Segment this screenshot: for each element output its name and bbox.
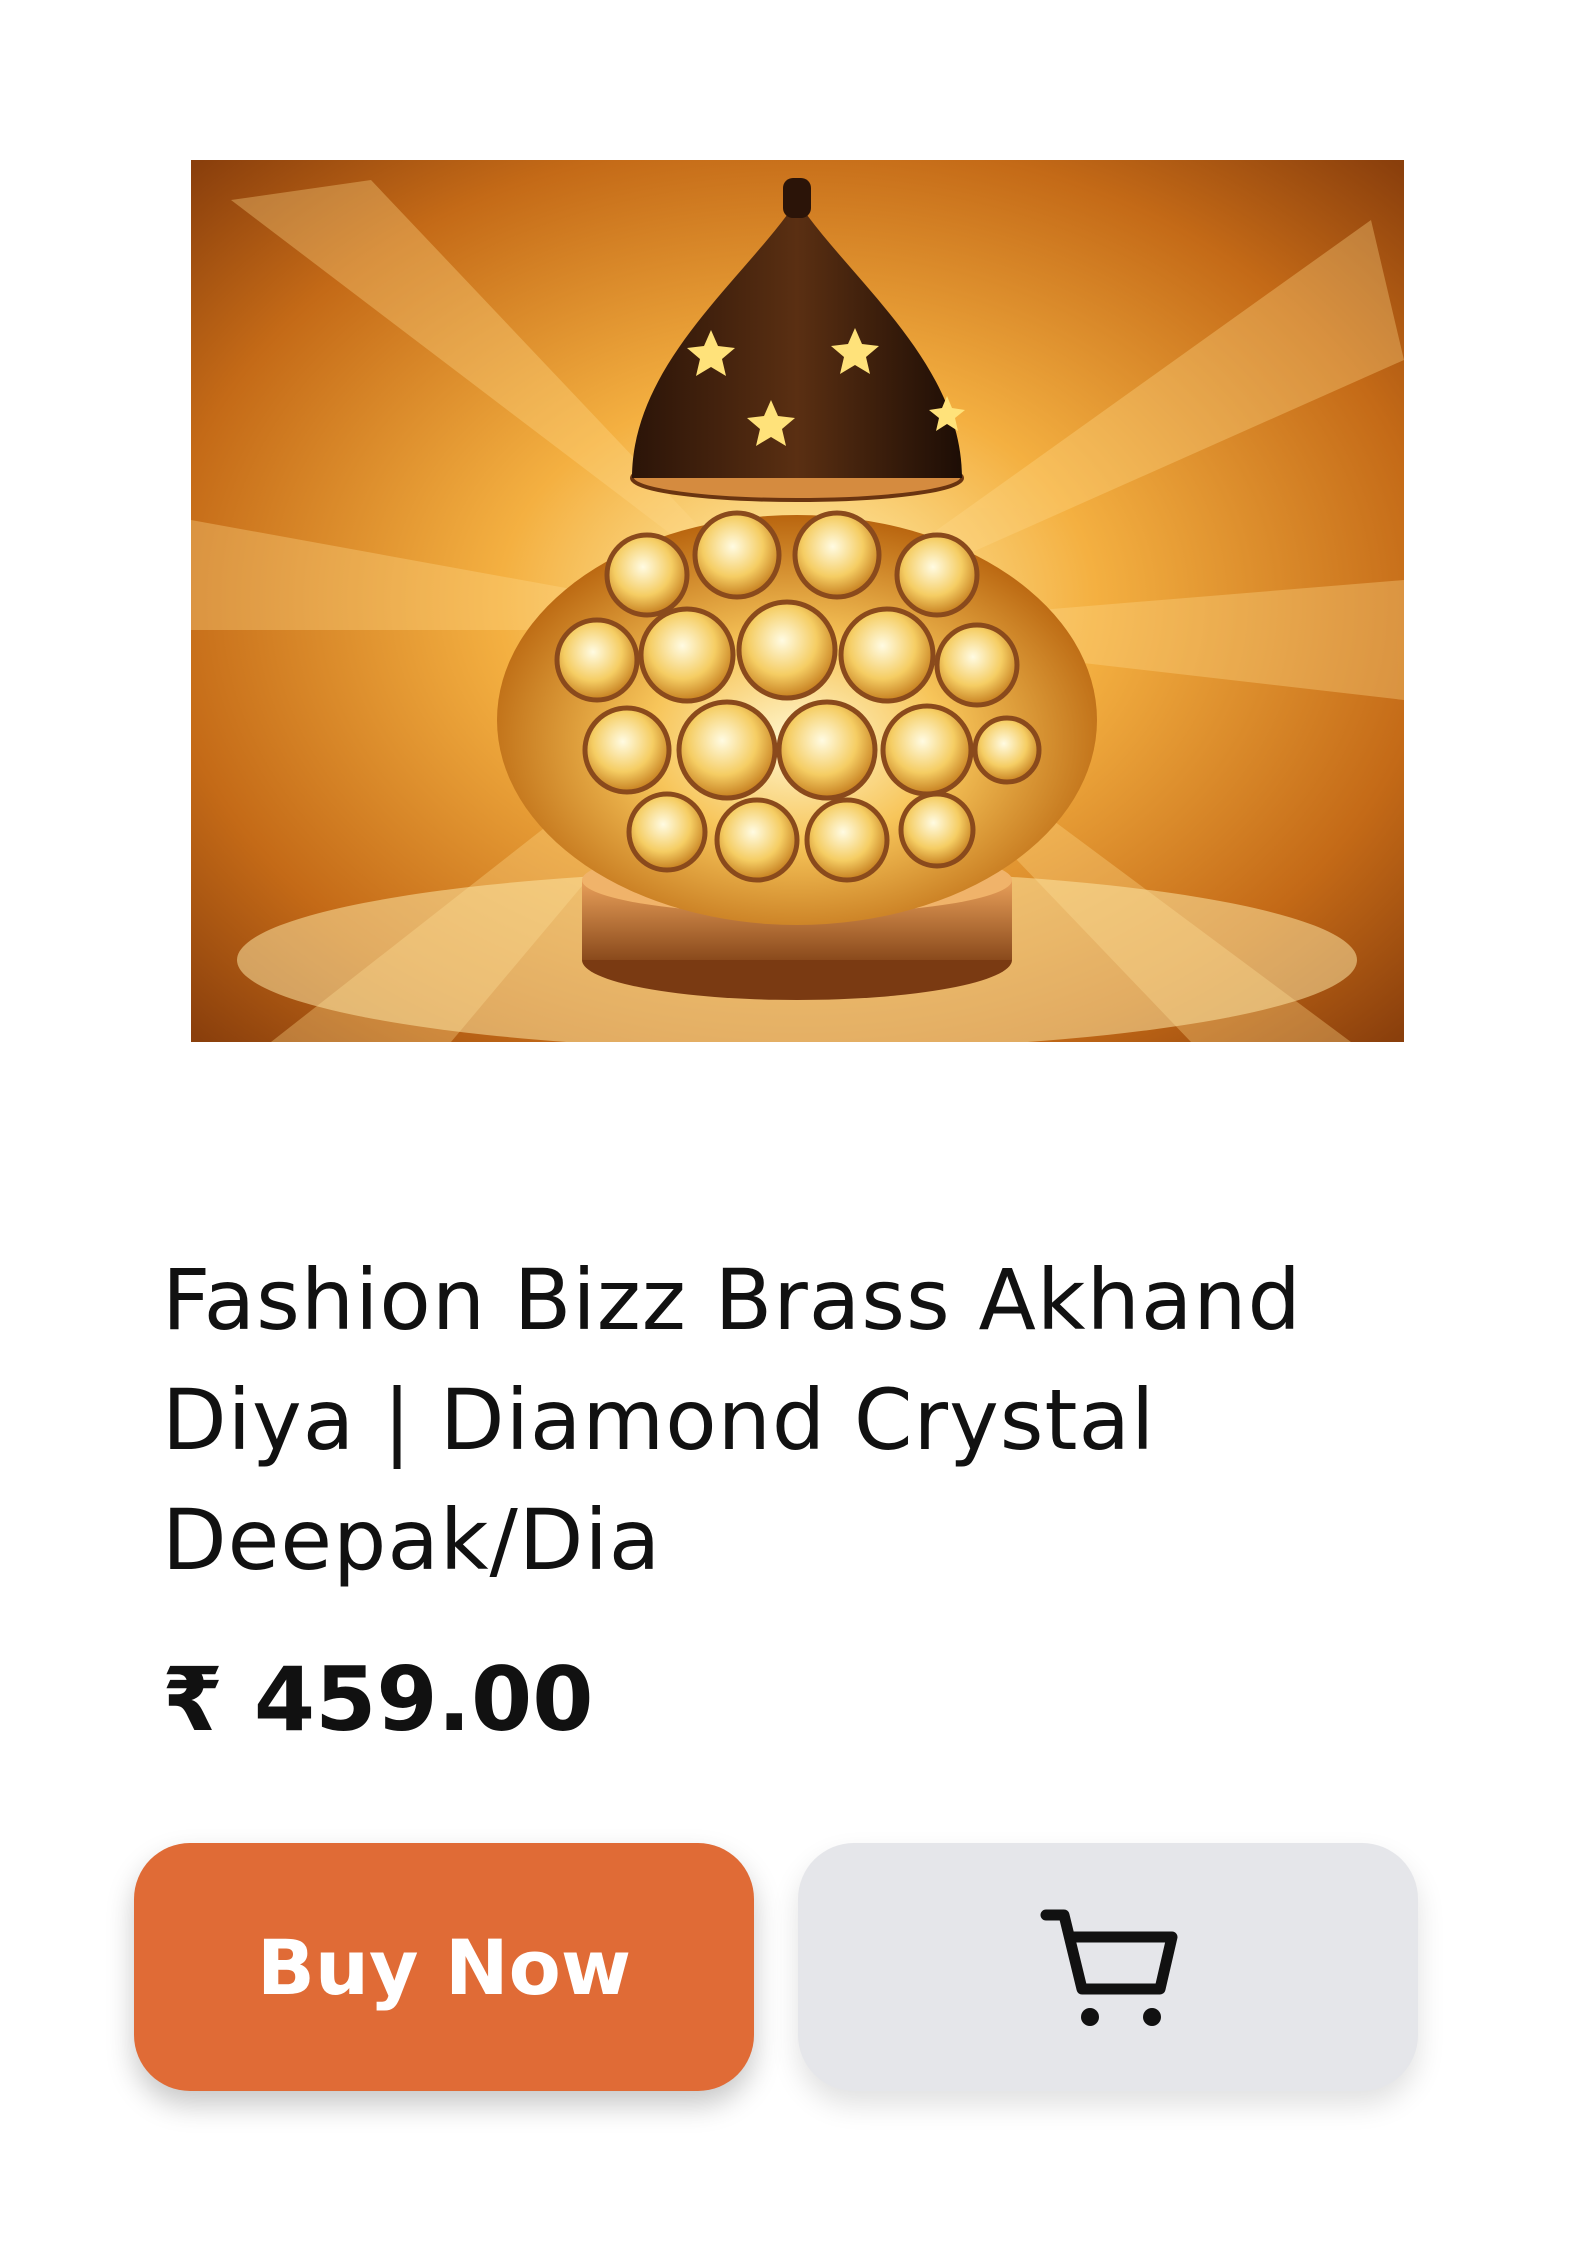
- cart-icon: [1040, 1909, 1178, 2026]
- product-title: Fashion Bizz Brass Akhand Diya | Diamond…: [162, 1251, 1302, 1589]
- product-price: ₹ 459.00: [162, 1648, 594, 1751]
- diya-lamp-illustration: [191, 160, 1404, 1042]
- product-image: [191, 160, 1404, 1042]
- add-to-cart-button[interactable]: [798, 1843, 1418, 2091]
- buy-now-button[interactable]: Buy Now: [134, 1843, 754, 2091]
